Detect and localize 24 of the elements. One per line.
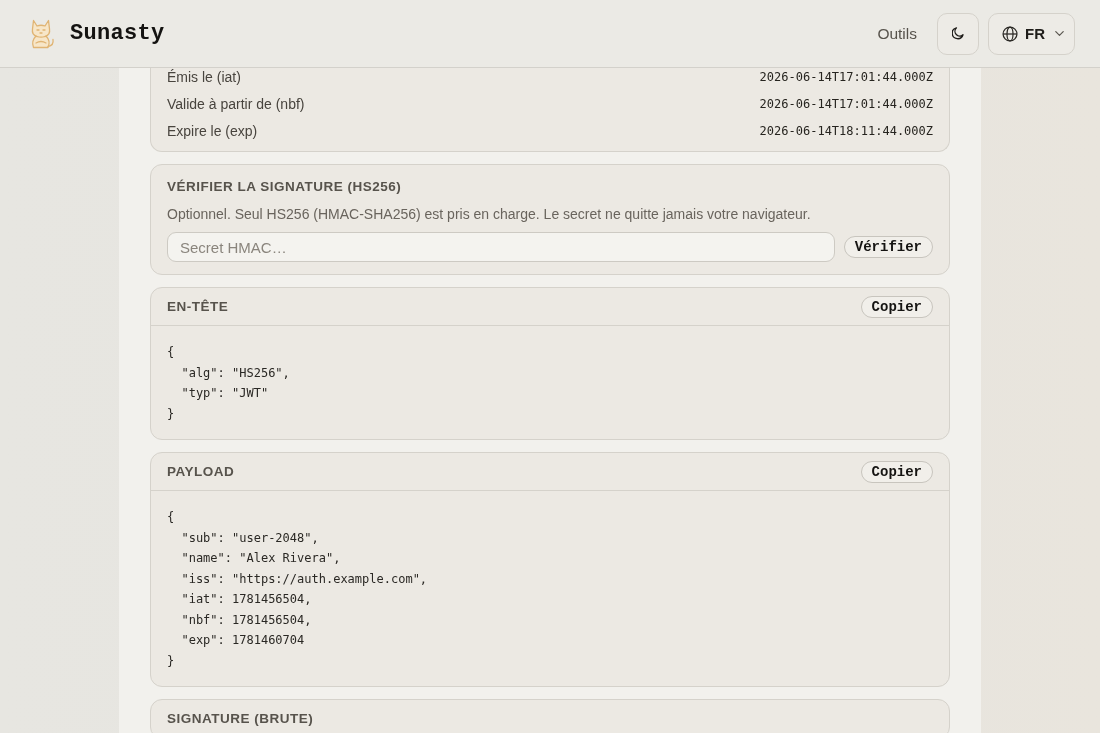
claim-value: 2026-06-14T17:01:44.000Z bbox=[759, 96, 933, 113]
card-title: SIGNATURE (BRUTE) bbox=[167, 711, 314, 726]
json-text: { "alg": "HS256", "typ": "JWT" } bbox=[167, 344, 290, 423]
moon-icon bbox=[952, 27, 964, 40]
description-text: Optionnel. Seul HS256 (HMAC-SHA256) est pris en charge. Le secret ne quitte jamais votre navigateur. bbox=[167, 205, 812, 224]
card-title: PAYLOAD bbox=[167, 464, 235, 479]
globe-icon bbox=[1002, 25, 1018, 42]
chevron-down-icon bbox=[1055, 31, 1064, 36]
verify-button[interactable]: Vérifier bbox=[843, 236, 933, 258]
claim-value: 2026-06-14T17:01:44.000Z bbox=[759, 69, 933, 86]
nav-link[interactable]: Outils bbox=[877, 24, 917, 43]
theme-toggle-button[interactable] bbox=[937, 12, 979, 55]
claim-label: Valide à partir de (nbf) bbox=[167, 95, 305, 113]
copy-button[interactable]: Copier bbox=[860, 460, 933, 483]
copy-button[interactable]: Copier bbox=[860, 295, 933, 318]
brand-name[interactable]: Sunasty bbox=[70, 21, 165, 46]
claim-label: Émis le (iat) bbox=[167, 68, 241, 86]
secret-input[interactable]: Secret HMAC… bbox=[167, 232, 835, 262]
card-title: EN-TÊTE bbox=[167, 299, 229, 314]
language-select[interactable]: FR bbox=[988, 12, 1075, 55]
claim-value: 2026-06-14T18:11:44.000Z bbox=[759, 123, 933, 140]
json-text: { "sub": "user-2048", "name": "Alex Rivera", "iss": "https://auth.example.com", "iat": 1781456504, "nbf": 1781456504, "exp": 1781460704 } bbox=[167, 509, 428, 670]
claim-label: Expire le (exp) bbox=[167, 122, 258, 140]
card-title: VÉRIFIER LA SIGNATURE (HS256) bbox=[167, 179, 403, 195]
